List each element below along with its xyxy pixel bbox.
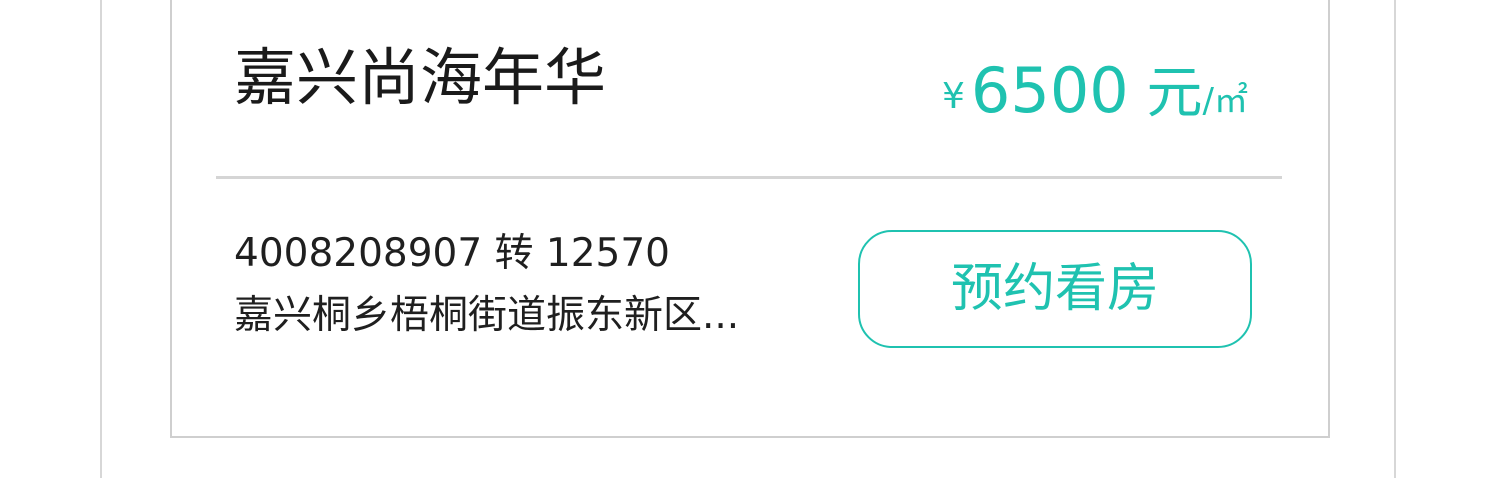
contact-phone[interactable]: 4008208907 转 12570 [234,228,670,280]
listing-title: 嘉兴尚海年华 [234,41,607,114]
listing-address: 嘉兴桐乡梧桐街道振东新区... [234,293,740,338]
card-divider [216,176,1282,179]
listing-price: ¥6500 元/㎡ [942,56,1248,142]
book-viewing-button[interactable]: 预约看房 [858,230,1252,348]
price-per-unit: /㎡ [1202,81,1248,121]
price-unit: 元 [1128,61,1203,126]
price-amount: 6500 [970,54,1129,127]
price-currency: ¥ [942,76,965,117]
listing-card[interactable]: 嘉兴尚海年华 ¥6500 元/㎡ 4008208907 转 12570 嘉兴桐乡… [170,0,1330,438]
